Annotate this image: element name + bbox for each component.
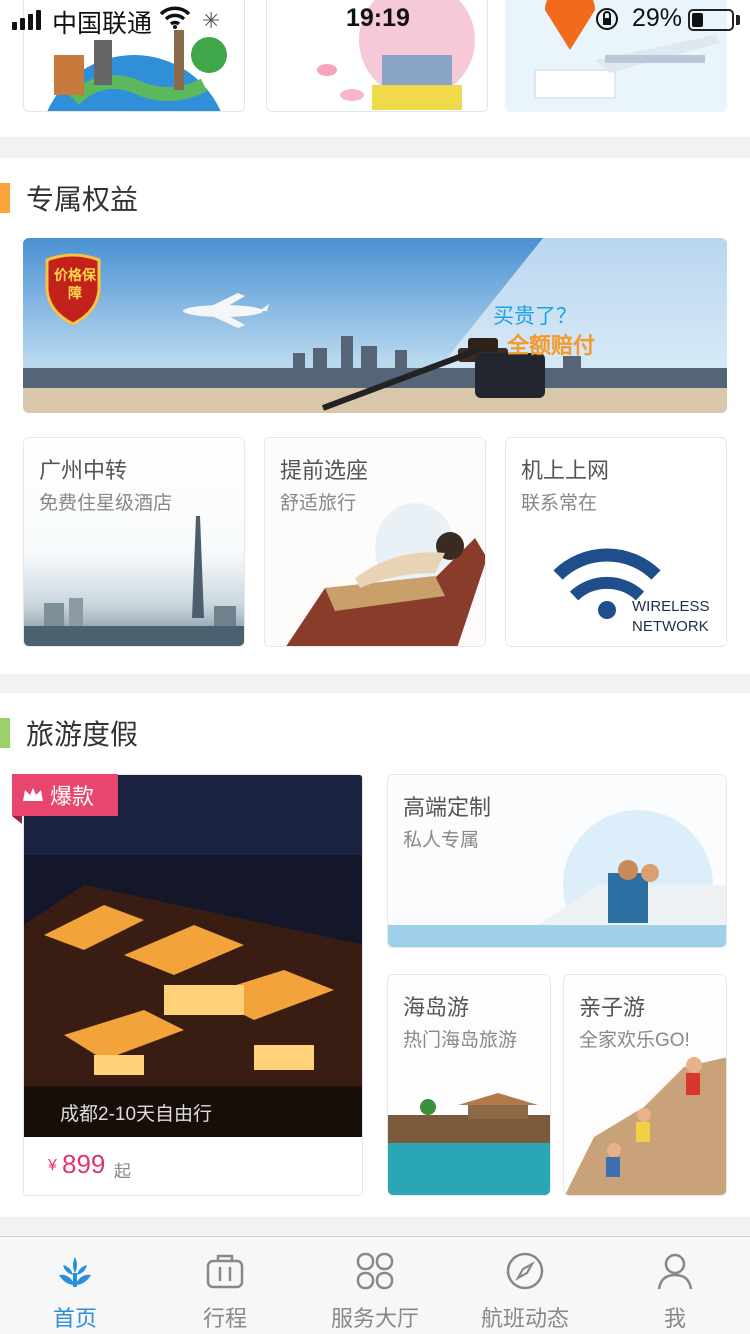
- benefits-section: 专属权益 价格保障 买贵了？ 全额赔付 广州中转 免费住星级酒店 提前选座 舒适…: [0, 158, 750, 674]
- compass-icon: [506, 1252, 544, 1290]
- hot-deal-card[interactable]: 成都2-10天自由行 ¥ 899 起: [23, 774, 363, 1196]
- card-title: 机上上网: [521, 458, 610, 483]
- tab-label: 行程: [202, 1306, 247, 1331]
- travel-header: 旅游度假: [0, 713, 138, 753]
- service-grid-icon: [356, 1252, 394, 1290]
- travel-card-family[interactable]: 亲子游 全家欢乐GO!: [563, 974, 727, 1196]
- loading-spinner-icon: ✳: [202, 8, 221, 33]
- hot-badge-label: 爆款: [50, 784, 95, 809]
- benefits-title: 专属权益: [26, 184, 139, 215]
- signal-icon: [12, 10, 41, 30]
- tab-label: 服务大厅: [330, 1306, 419, 1331]
- travel-card-custom[interactable]: 高端定制 私人专属: [387, 774, 727, 948]
- section-accent-bar: [0, 718, 10, 748]
- tab-label: 我: [663, 1306, 686, 1331]
- card-title: 海岛游: [403, 995, 470, 1020]
- wifi-icon: [160, 6, 190, 29]
- card-title: 提前选座: [280, 458, 369, 483]
- tab-label: 首页: [52, 1306, 97, 1331]
- benefits-header: 专属权益: [0, 178, 138, 218]
- banner-image: [23, 238, 727, 413]
- luggage-icon: [206, 1254, 244, 1289]
- benefit-card-guangzhou[interactable]: 广州中转 免费住星级酒店: [23, 437, 245, 647]
- wireless-text: WIRELESS: [632, 598, 710, 615]
- price-value: 899: [62, 1149, 106, 1179]
- caption-strip: 成都2-10天自由行: [24, 1087, 362, 1137]
- card-subtitle: 全家欢乐GO!: [579, 1030, 690, 1051]
- deal-caption: 成都2-10天自由行: [60, 1104, 213, 1125]
- badge-fold: [12, 816, 22, 824]
- price-guarantee-banner[interactable]: 价格保障 买贵了？ 全额赔付: [23, 238, 727, 413]
- hot-badge: 爆款: [12, 774, 118, 816]
- tab-label: 航班动态: [480, 1306, 569, 1331]
- card-subtitle: 免费住星级酒店: [39, 493, 173, 514]
- card-subtitle: 联系常在: [521, 493, 598, 514]
- battery-icon: [688, 9, 734, 31]
- benefit-card-seat[interactable]: 提前选座 舒适旅行: [264, 437, 486, 647]
- status-bar: 中国联通 ✳ 19:19 29%: [0, 0, 750, 40]
- battery-percent: 29%: [632, 4, 683, 32]
- card-subtitle: 私人专属: [403, 830, 480, 851]
- banner-line-1: 买贵了？: [493, 305, 577, 328]
- user-icon: [657, 1253, 693, 1290]
- badge-label: 价格保障: [54, 267, 96, 301]
- battery-level: [692, 13, 703, 27]
- rotation-lock-icon: [596, 8, 618, 30]
- tab-flight-status[interactable]: 航班动态: [450, 1237, 600, 1334]
- card-title: 高端定制: [403, 795, 492, 820]
- travel-title: 旅游度假: [26, 719, 139, 750]
- tab-itinerary[interactable]: 行程: [150, 1237, 300, 1334]
- tab-me[interactable]: 我: [600, 1237, 750, 1334]
- card-subtitle: 舒适旅行: [280, 493, 357, 514]
- price-currency: ¥: [48, 1157, 57, 1174]
- card-title: 广州中转: [39, 458, 128, 483]
- tab-home[interactable]: 首页: [0, 1237, 150, 1334]
- chengdu-night-image: [24, 775, 362, 1139]
- crown-icon: [23, 788, 43, 801]
- benefit-card-wifi[interactable]: 机上上网 联系常在 WIRELESS NETWORK: [505, 437, 727, 647]
- bottom-tab-bar: 首页 行程 服务大厅 航班动态 我: [0, 1236, 750, 1334]
- price-row: ¥ 899 起: [24, 1137, 362, 1195]
- battery-tip: [736, 15, 740, 25]
- travel-card-island[interactable]: 海岛游 热门海岛旅游: [387, 974, 551, 1196]
- travel-section: 旅游度假 成都2-10天自由行 ¥ 899 起 爆款 高端定制 私人专属 海岛游…: [0, 693, 750, 1217]
- banner-line-2: 全额赔付: [507, 333, 596, 358]
- network-text: NETWORK: [632, 618, 709, 635]
- home-logo-icon: [59, 1257, 91, 1287]
- price-suffix: 起: [114, 1162, 131, 1181]
- carrier-name: 中国联通: [52, 10, 153, 38]
- clock: 19:19: [346, 4, 410, 32]
- card-subtitle: 热门海岛旅游: [403, 1030, 518, 1051]
- section-accent-bar: [0, 183, 10, 213]
- card-title: 亲子游: [579, 995, 646, 1020]
- tab-service-hall[interactable]: 服务大厅: [300, 1237, 450, 1334]
